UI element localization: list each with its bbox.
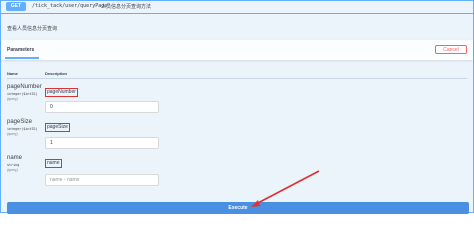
tab-parameters[interactable]: Parameters — [7, 47, 34, 53]
parameters-section-header: Parameters Cancel — [1, 40, 473, 60]
operation-summary[interactable]: GET /tick_tack/user/queryPage 人员信息分页查询方法 — [1, 1, 473, 14]
param-label-pagenumber: pageNumber — [45, 88, 78, 97]
operation-summary-text: 人员信息分页查询方法 — [101, 4, 152, 10]
operation-description: 查看人员信息分页查询 — [7, 26, 58, 32]
operation-path: /tick_tack/user/queryPage — [32, 3, 108, 9]
column-header-name: Name — [7, 71, 18, 76]
param-label-name: name — [45, 159, 62, 168]
param-in-name: (query) — [7, 168, 18, 172]
param-in-pagesize: (query) — [7, 132, 18, 136]
param-label-pagesize: pageSize — [45, 123, 70, 132]
pagenumber-input[interactable]: 0 — [45, 101, 159, 113]
param-name-pagesize: pageSize — [7, 119, 33, 125]
table-divider — [7, 78, 467, 79]
param-name-name: name — [7, 155, 23, 161]
pagesize-input[interactable]: 1 — [45, 137, 159, 149]
cancel-button[interactable]: Cancel — [435, 45, 467, 54]
param-type-pagenumber: integer($int32) — [7, 92, 38, 96]
column-header-description: Description — [45, 71, 68, 76]
operation-block: GET /tick_tack/user/queryPage 人员信息分页查询方法… — [0, 0, 474, 214]
name-input[interactable]: name - name — [45, 174, 159, 186]
http-method-badge: GET — [6, 2, 26, 11]
param-type-pagesize: integer($int32) — [7, 127, 38, 131]
param-type-name: string — [7, 163, 20, 167]
execute-button[interactable]: Execute — [7, 202, 469, 214]
param-name-pagenumber: pageNumber — [7, 84, 42, 90]
param-in-pagenumber: (query) — [7, 97, 18, 101]
tab-active-indicator — [5, 57, 39, 59]
